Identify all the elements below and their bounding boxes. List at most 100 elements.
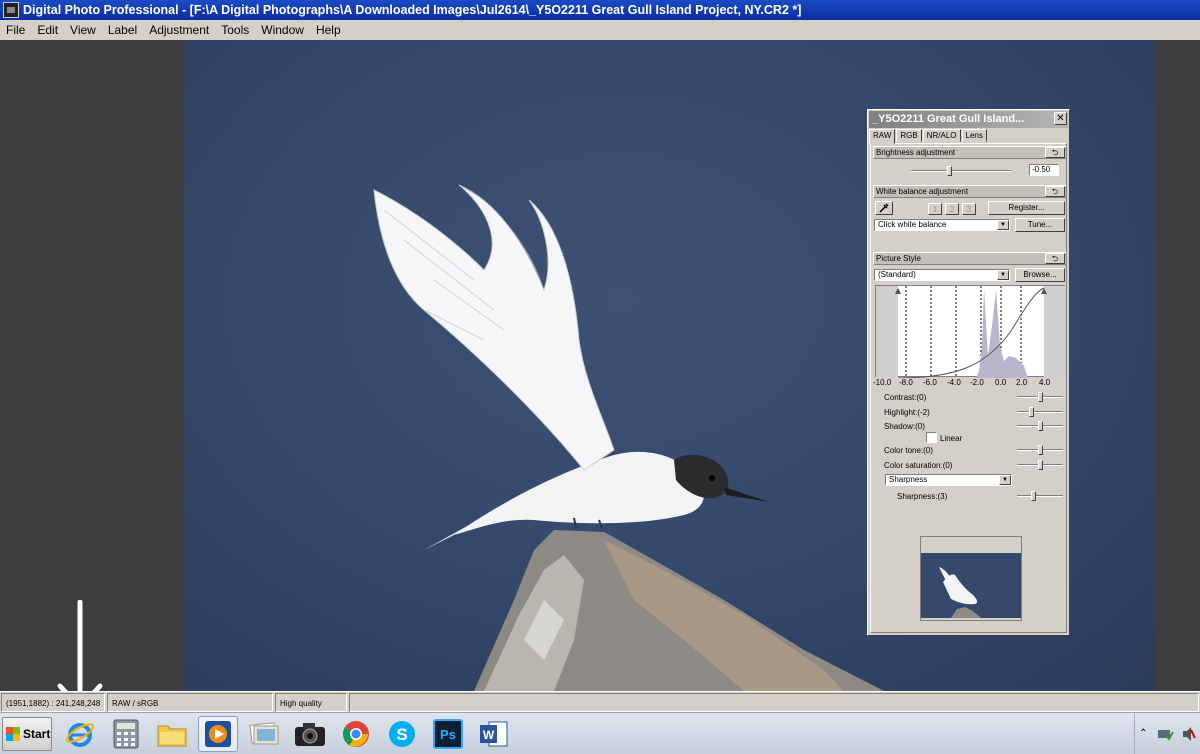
windows-logo-icon: [6, 727, 20, 741]
curve-tick-label: 0.0: [995, 378, 1007, 387]
brightness-reset-button[interactable]: ⮌: [1045, 147, 1065, 158]
linear-checkbox[interactable]: [926, 432, 937, 443]
menu-bar: File Edit View Label Adjustment Tools Wi…: [0, 20, 1200, 40]
photo-viewer-icon[interactable]: [244, 716, 284, 752]
camera-icon[interactable]: [290, 716, 330, 752]
show-hidden-icons-icon[interactable]: ⌃: [1139, 728, 1147, 739]
status-empty-cell: [349, 693, 1199, 712]
wb-preset-2-button[interactable]: 2: [945, 203, 959, 215]
palette-tabs: RAW RGB NR/ALO Lens: [869, 129, 988, 144]
wb-tune-button[interactable]: Tune...: [1015, 218, 1065, 232]
palette-close-button[interactable]: ✕: [1054, 112, 1067, 125]
window-title: Digital Photo Professional - [F:\A Digit…: [23, 3, 802, 17]
palette-title[interactable]: _Y5O2211 Great Gull Island...: [869, 111, 1068, 128]
picture-style-browse-button[interactable]: Browse...: [1015, 268, 1065, 282]
status-coordinates: (1951,1882) : 241,248,248: [1, 693, 105, 712]
bird-eye: [709, 475, 715, 481]
start-button[interactable]: Start: [2, 717, 52, 751]
curve-tick-label: -4.0: [947, 378, 961, 387]
highlight-slider-thumb[interactable]: [1029, 407, 1034, 417]
picture-style-header-label: Picture Style: [876, 254, 921, 263]
title-bar[interactable]: Digital Photo Professional - [F:\A Digit…: [0, 0, 1200, 20]
photoshop-label: Ps: [440, 727, 456, 742]
status-quality: High quality: [275, 693, 347, 712]
eyedropper-button[interactable]: [875, 201, 893, 215]
contrast-label: Contrast:(0): [884, 393, 927, 402]
navigator-preview: [921, 537, 1021, 620]
sharpness-slider-thumb[interactable]: [1031, 491, 1036, 501]
status-color-mode: RAW / sRGB: [107, 693, 273, 712]
raw-tab-panel: Brightness adjustment ⮌ -0.50 White bala…: [870, 143, 1067, 633]
menu-label[interactable]: Label: [102, 20, 143, 40]
shadow-slider[interactable]: [1017, 421, 1063, 431]
picture-style-select[interactable]: (Standard) ▼: [874, 269, 1010, 281]
color-tone-slider-thumb[interactable]: [1038, 445, 1043, 455]
dpp-app-icon[interactable]: [3, 2, 19, 18]
start-label: Start: [23, 727, 51, 741]
sharpness-slider[interactable]: [1017, 491, 1063, 501]
contrast-slider[interactable]: [1017, 392, 1063, 402]
tab-nr-alo[interactable]: NR/ALO: [922, 129, 961, 142]
white-balance-reset-button[interactable]: ⮌: [1045, 186, 1065, 197]
menu-tools[interactable]: Tools: [215, 20, 255, 40]
brightness-slider-thumb[interactable]: [947, 166, 952, 176]
chevron-down-icon[interactable]: ▼: [997, 220, 1009, 230]
menu-help[interactable]: Help: [310, 20, 347, 40]
color-tone-label: Color tone:(0): [884, 446, 933, 455]
skype-icon[interactable]: S: [382, 716, 422, 752]
bird-tail: [424, 525, 469, 550]
chevron-down-icon[interactable]: ▼: [997, 270, 1009, 280]
color-saturation-slider-thumb[interactable]: [1038, 460, 1043, 470]
network-icon[interactable]: [1156, 727, 1174, 741]
media-player-icon[interactable]: [198, 716, 238, 752]
brightness-header: Brightness adjustment ⮌: [873, 146, 1067, 159]
volume-muted-icon[interactable]: [1182, 726, 1196, 742]
system-tray: ⌃: [1134, 713, 1200, 754]
photoshop-icon[interactable]: Ps: [428, 716, 468, 752]
color-saturation-label: Color saturation:(0): [884, 461, 953, 470]
linear-label: Linear: [940, 434, 963, 443]
menu-view[interactable]: View: [64, 20, 102, 40]
tab-raw[interactable]: RAW: [869, 129, 896, 144]
curve-tick-label: -8.0: [899, 378, 913, 387]
wb-preset-3-button[interactable]: 3: [962, 203, 976, 215]
bird-bill: [724, 487, 769, 502]
tab-lens[interactable]: Lens: [961, 129, 987, 142]
tab-rgb[interactable]: RGB: [896, 129, 922, 142]
navigator-thumbnail[interactable]: [920, 536, 1022, 621]
sharpness-label: Sharpness:(3): [897, 492, 948, 501]
menu-file[interactable]: File: [0, 20, 31, 40]
tone-curve-histogram[interactable]: [875, 285, 1066, 379]
word-icon[interactable]: W: [474, 716, 514, 752]
contrast-slider-thumb[interactable]: [1038, 392, 1043, 402]
tool-palette[interactable]: _Y5O2211 Great Gull Island... ✕ RAW RGB …: [867, 109, 1070, 636]
file-explorer-icon[interactable]: [152, 716, 192, 752]
shadow-label: Shadow:(0): [884, 422, 925, 431]
curve-tick-label: -10.0: [873, 378, 892, 387]
brightness-value-field[interactable]: -0.50: [1029, 164, 1059, 176]
wb-register-button[interactable]: Register...: [988, 201, 1065, 215]
menu-adjustment[interactable]: Adjustment: [143, 20, 215, 40]
taskbar: Start S Ps W ⌃: [0, 712, 1200, 754]
highlight-slider[interactable]: [1017, 407, 1063, 417]
curve-tick-label: -2.0: [970, 378, 984, 387]
calculator-icon[interactable]: [106, 716, 146, 752]
picture-style-header: Picture Style ⮌: [873, 252, 1067, 265]
chrome-icon[interactable]: [336, 716, 376, 752]
wb-mode-value: Click white balance: [878, 220, 947, 229]
chevron-down-icon[interactable]: ▼: [999, 475, 1011, 485]
menu-window[interactable]: Window: [255, 20, 310, 40]
white-balance-header-label: White balance adjustment: [876, 187, 969, 196]
internet-explorer-icon[interactable]: [60, 716, 100, 752]
color-tone-slider[interactable]: [1017, 445, 1063, 455]
curve-tick-label: 2.0: [1016, 378, 1028, 387]
sharpness-mode-select[interactable]: Sharpness ▼: [885, 474, 1012, 486]
color-saturation-slider[interactable]: [1017, 460, 1063, 470]
shadow-slider-thumb[interactable]: [1038, 421, 1043, 431]
brightness-slider[interactable]: [911, 166, 1011, 176]
wb-mode-select[interactable]: Click white balance ▼: [874, 219, 1010, 231]
white-balance-header: White balance adjustment ⮌: [873, 185, 1067, 198]
wb-preset-1-button[interactable]: 1: [928, 203, 942, 215]
picture-style-reset-button[interactable]: ⮌: [1045, 253, 1065, 264]
menu-edit[interactable]: Edit: [31, 20, 64, 40]
